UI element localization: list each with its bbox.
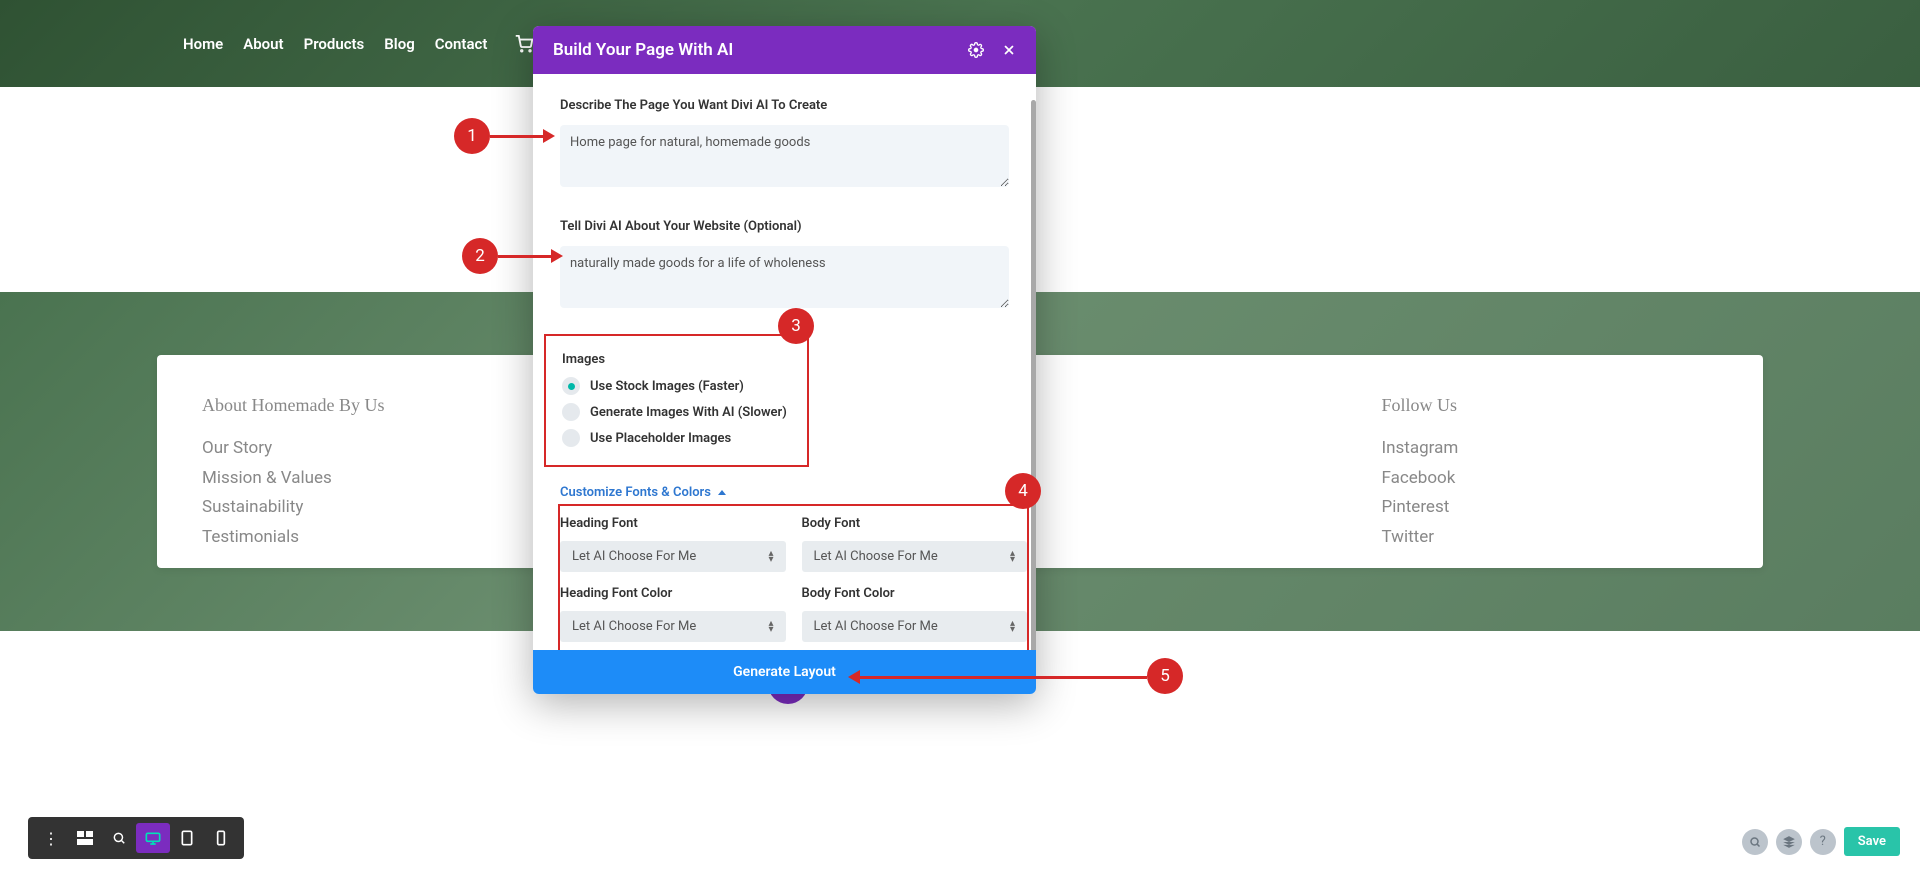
radio-stock-images[interactable]: Use Stock Images (Faster) bbox=[562, 377, 791, 395]
footer-link[interactable]: Mission & Values bbox=[202, 466, 539, 492]
callout-arrow bbox=[490, 135, 545, 138]
heading-color-select[interactable]: Let AI Choose For Me ▴▾ bbox=[560, 611, 786, 642]
layers-icon[interactable] bbox=[1776, 829, 1802, 855]
callout-1: 1 bbox=[454, 118, 490, 154]
nav-blog[interactable]: Blog bbox=[384, 35, 414, 53]
modal-header: Build Your Page With AI bbox=[533, 26, 1036, 74]
scrollbar[interactable] bbox=[1031, 100, 1036, 650]
kebab-menu-icon[interactable]: ⋮ bbox=[34, 823, 68, 853]
heading-font-select[interactable]: Let AI Choose For Me ▴▾ bbox=[560, 541, 786, 572]
footer-link[interactable]: Pinterest bbox=[1382, 495, 1719, 521]
select-value: Let AI Choose For Me bbox=[814, 619, 938, 634]
ai-modal: Build Your Page With AI Describe The Pag… bbox=[533, 26, 1036, 694]
footer-link[interactable]: Testimonials bbox=[202, 525, 539, 551]
fonts-section: Heading Font Let AI Choose For Me ▴▾ Hea… bbox=[558, 504, 1029, 650]
generate-layout-button[interactable]: Generate Layout bbox=[533, 650, 1036, 694]
modal-title: Build Your Page With AI bbox=[553, 40, 733, 60]
wireframe-icon[interactable] bbox=[68, 823, 102, 853]
nav-home[interactable]: Home bbox=[183, 35, 223, 53]
radio-label: Use Placeholder Images bbox=[590, 431, 731, 446]
select-arrows-icon: ▴▾ bbox=[768, 551, 773, 563]
callout-4: 4 bbox=[1005, 473, 1041, 509]
footer-link[interactable]: Sustainability bbox=[202, 495, 539, 521]
footer-heading: Follow Us bbox=[1382, 395, 1719, 416]
describe-input[interactable] bbox=[560, 125, 1009, 187]
zoom-icon[interactable] bbox=[102, 823, 136, 853]
select-value: Let AI Choose For Me bbox=[572, 619, 696, 634]
viewport-toolbar: ⋮ bbox=[28, 817, 244, 859]
heading-font-label: Heading Font bbox=[560, 516, 786, 531]
describe-label: Describe The Page You Want Divi AI To Cr… bbox=[560, 98, 1009, 113]
footer-col-follow: Follow Us Instagram Facebook Pinterest T… bbox=[1262, 395, 1729, 538]
images-section: Images Use Stock Images (Faster) Generat… bbox=[544, 334, 809, 467]
nav-products[interactable]: Products bbox=[304, 35, 365, 53]
save-button[interactable]: Save bbox=[1844, 827, 1900, 856]
select-arrows-icon: ▴▾ bbox=[1010, 621, 1015, 633]
footer-link[interactable]: Facebook bbox=[1382, 466, 1719, 492]
tablet-icon[interactable] bbox=[170, 823, 204, 853]
save-toolbar: ? Save bbox=[1742, 827, 1900, 856]
radio-placeholder-images[interactable]: Use Placeholder Images bbox=[562, 429, 791, 447]
radio-icon bbox=[562, 429, 580, 447]
radio-ai-images[interactable]: Generate Images With AI (Slower) bbox=[562, 403, 791, 421]
tell-input[interactable] bbox=[560, 246, 1009, 308]
radio-label: Generate Images With AI (Slower) bbox=[590, 405, 787, 420]
mobile-icon[interactable] bbox=[204, 823, 238, 853]
nav: Home About Products Blog Contact bbox=[183, 35, 577, 53]
callout-3: 3 bbox=[778, 308, 814, 344]
callout-arrow bbox=[858, 676, 1147, 679]
body-color-label: Body Font Color bbox=[802, 586, 1028, 601]
cart-icon[interactable] bbox=[515, 35, 533, 53]
footer-link[interactable]: Twitter bbox=[1382, 525, 1719, 551]
gear-icon[interactable] bbox=[968, 42, 984, 58]
search-circle-icon[interactable] bbox=[1742, 829, 1768, 855]
nav-about[interactable]: About bbox=[243, 35, 283, 53]
triangle-up-icon bbox=[718, 490, 726, 495]
footer-link[interactable]: Instagram bbox=[1382, 436, 1719, 462]
callout-2: 2 bbox=[462, 238, 498, 274]
footer-heading: About Homemade By Us bbox=[202, 395, 539, 416]
modal-body: Describe The Page You Want Divi AI To Cr… bbox=[533, 74, 1036, 650]
select-arrows-icon: ▴▾ bbox=[768, 621, 773, 633]
callout-arrow bbox=[498, 255, 553, 258]
help-icon[interactable]: ? bbox=[1810, 829, 1836, 855]
close-icon[interactable] bbox=[1002, 43, 1016, 57]
radio-label: Use Stock Images (Faster) bbox=[590, 379, 744, 394]
select-arrows-icon: ▴▾ bbox=[1010, 551, 1015, 563]
radio-icon bbox=[562, 403, 580, 421]
radio-icon bbox=[562, 377, 580, 395]
customize-fonts-link[interactable]: Customize Fonts & Colors bbox=[560, 485, 726, 500]
customize-label: Customize Fonts & Colors bbox=[560, 485, 711, 500]
select-value: Let AI Choose For Me bbox=[814, 549, 938, 564]
callout-5: 5 bbox=[1147, 658, 1183, 694]
footer-col-about: About Homemade By Us Our Story Mission &… bbox=[192, 395, 549, 538]
body-color-select[interactable]: Let AI Choose For Me ▴▾ bbox=[802, 611, 1028, 642]
body-font-select[interactable]: Let AI Choose For Me ▴▾ bbox=[802, 541, 1028, 572]
select-value: Let AI Choose For Me bbox=[572, 549, 696, 564]
desktop-icon[interactable] bbox=[136, 823, 170, 853]
body-font-label: Body Font bbox=[802, 516, 1028, 531]
heading-color-label: Heading Font Color bbox=[560, 586, 786, 601]
tell-label: Tell Divi AI About Your Website (Optiona… bbox=[560, 219, 1009, 234]
footer-link[interactable]: Our Story bbox=[202, 436, 539, 462]
images-label: Images bbox=[562, 352, 791, 367]
nav-contact[interactable]: Contact bbox=[435, 35, 488, 53]
